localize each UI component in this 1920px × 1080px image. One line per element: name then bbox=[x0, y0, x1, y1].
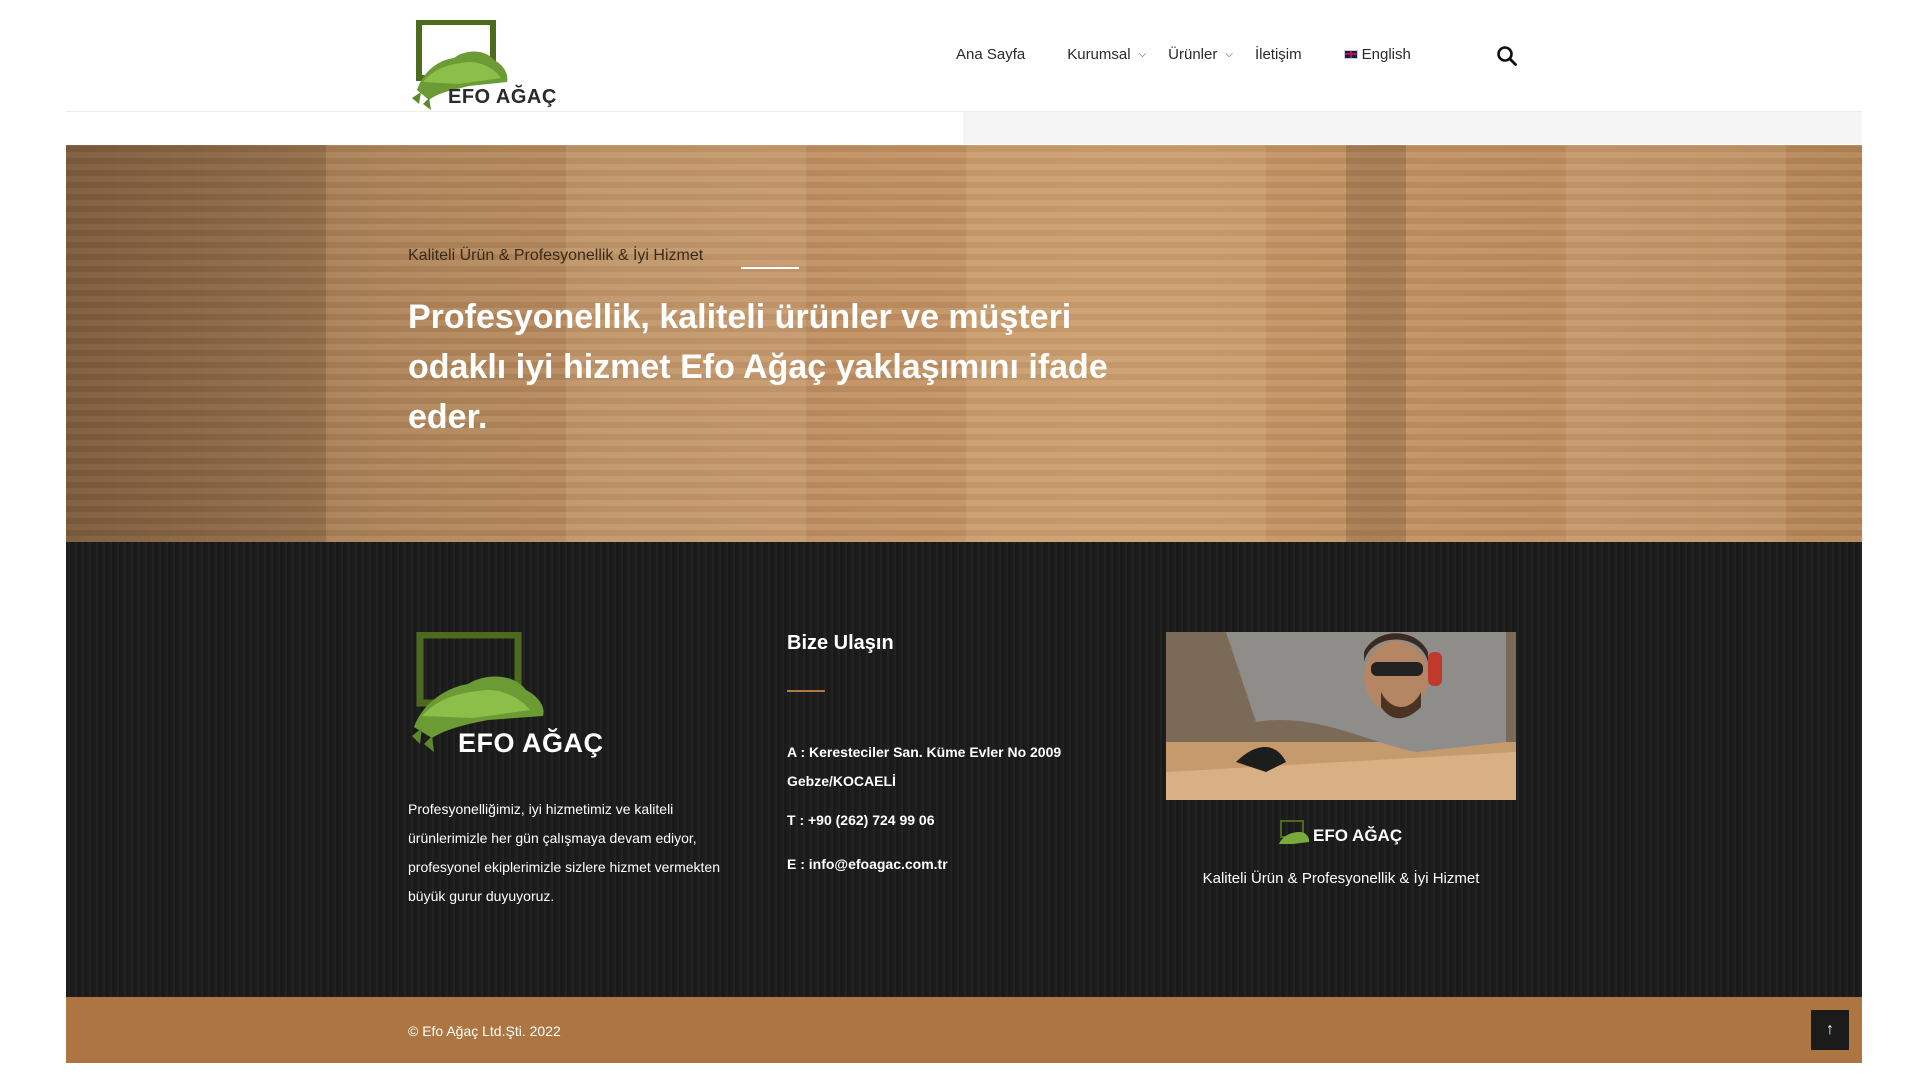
nav-label: Ana Sayfa bbox=[956, 45, 1026, 63]
footer-about-text: Profesyonelliğimiz, iyi hizmetimiz ve ka… bbox=[408, 801, 721, 904]
footer-contact-heading: Bize Ulaşın bbox=[787, 632, 894, 654]
header-grey-strip bbox=[963, 112, 1862, 144]
footer-small-logo-icon bbox=[1279, 820, 1310, 844]
nav-label: English bbox=[1361, 45, 1411, 63]
footer-address: A : Keresteciler San. Küme Evler No 2009… bbox=[787, 744, 1062, 789]
hero-title: Profesyonellik, kaliteli ürünler ve müşt… bbox=[408, 298, 1108, 436]
nav-item-iletisim[interactable]: İletişim bbox=[1255, 46, 1302, 63]
chevron-down-icon: ⌵ bbox=[1138, 48, 1147, 60]
hero-subtitle: Kaliteli Ürün & Profesyonellik & İyi Hiz… bbox=[408, 247, 704, 264]
nav-label: Kurumsal bbox=[1067, 45, 1131, 63]
nav-item-ana-sayfa[interactable]: Ana Sayfa bbox=[956, 46, 1025, 63]
arrow-up-icon: ↑ bbox=[1826, 1021, 1834, 1038]
nav-item-kurumsal[interactable]: Kurumsal ⌵ bbox=[1067, 46, 1146, 63]
footer-small-logo-text: EFO AĞAÇ bbox=[1313, 826, 1403, 845]
hero-shadow bbox=[66, 145, 326, 542]
uk-flag-icon bbox=[1343, 49, 1358, 59]
nav-item-urunler[interactable]: Ürünler ⌵ bbox=[1168, 46, 1233, 63]
worker-photo-illustration bbox=[1166, 632, 1516, 800]
chevron-down-icon: ⌵ bbox=[1225, 48, 1233, 60]
hero-beam bbox=[1566, 145, 1786, 542]
footer-heading-divider bbox=[787, 690, 825, 692]
bottom-bar bbox=[66, 997, 1862, 1063]
search-icon[interactable] bbox=[1496, 45, 1518, 67]
footer-tagline: Kaliteli Ürün & Profesyonellik & İyi Hiz… bbox=[1202, 870, 1480, 887]
footer-worker-photo bbox=[1166, 632, 1516, 800]
nav-label: Ürünler bbox=[1168, 45, 1218, 63]
footer-phone[interactable]: T : +90 (262) 724 99 06 bbox=[787, 812, 935, 828]
logo-text[interactable]: EFO AĞAÇ bbox=[448, 86, 557, 109]
footer-logo-text[interactable]: EFO AĞAÇ bbox=[458, 728, 604, 759]
nav-label: İletişim bbox=[1254, 45, 1302, 63]
hero-divider bbox=[741, 267, 799, 269]
nav-item-english[interactable]: English bbox=[1343, 45, 1411, 63]
site-header: EFO AĞAÇ Ana Sayfa Kurumsal ⌵ Ürünler ⌵ … bbox=[0, 0, 1920, 112]
hero-shadow bbox=[1346, 145, 1406, 542]
copyright-text: © Efo Ağaç Ltd.Şti. 2022 bbox=[408, 1023, 561, 1039]
main-nav: Ana Sayfa Kurumsal ⌵ Ürünler ⌵ İletişim … bbox=[956, 42, 1411, 66]
back-to-top-button[interactable]: ↑ bbox=[1811, 1010, 1849, 1050]
hero-banner: Kaliteli Ürün & Profesyonellik & İyi Hiz… bbox=[66, 145, 1862, 542]
footer-email[interactable]: E : info@efoagac.com.tr bbox=[787, 856, 948, 872]
